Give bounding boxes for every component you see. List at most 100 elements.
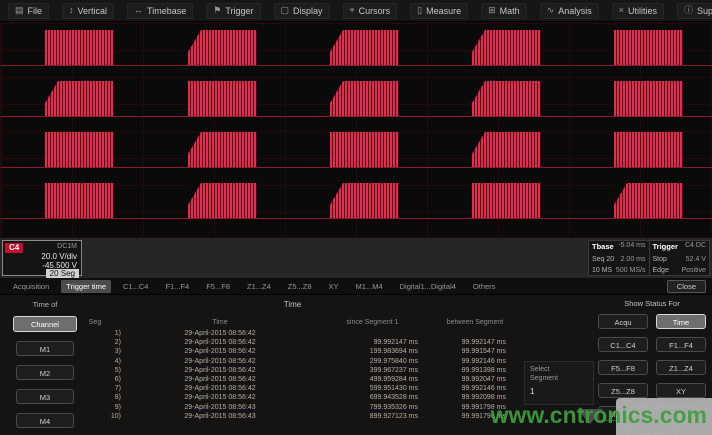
cell-between-segment xyxy=(430,329,520,338)
cell-since-segment-1: 499.959284 ms xyxy=(315,375,430,384)
status-button-time[interactable]: Time xyxy=(656,314,706,329)
tab-m1-m4[interactable]: M1...M4 xyxy=(351,280,388,293)
tab-trigger-time[interactable]: Trigger time xyxy=(61,280,111,293)
volts-per-div: 20.0 V/div xyxy=(41,252,77,261)
tab-c1-c4[interactable]: C1...C4 xyxy=(118,280,153,293)
trace-baseline xyxy=(1,218,712,219)
cell-since-segment-1: 699.943528 ms xyxy=(315,393,430,402)
seq-label: Seq 20 xyxy=(592,256,615,263)
menu-item-label: Vertical xyxy=(78,6,108,16)
cell-time: 29-April-2015 08:56:43 xyxy=(125,403,315,412)
status-button-f5-f8[interactable]: F5...F8 xyxy=(598,360,648,375)
menu-bar: ▤File ↕Vertical ↔Timebase ⚑Trigger ▢Display ⌖… xyxy=(0,0,712,22)
time-per-div: 2.00 ms xyxy=(615,256,645,263)
cell-between-segment: 99.992047 ms xyxy=(430,375,520,384)
cell-time: 29-April-2015 08:56:42 xyxy=(125,357,315,366)
tab-xy[interactable]: XY xyxy=(324,280,344,293)
tbase-value: -5.04 ms xyxy=(615,242,645,251)
status-button-xy[interactable]: XY xyxy=(656,383,706,398)
column-header-since-segment-1: since Segment 1 xyxy=(315,319,430,326)
tab-f1-f4[interactable]: F1...F4 xyxy=(160,280,194,293)
oscilloscope-app: ▤File ↕Vertical ↔Timebase ⚑Trigger ▢Display ⌖… xyxy=(0,0,712,435)
table-row: 6)29-April-2015 08:56:42499.959284 ms99.… xyxy=(65,375,520,384)
menu-item-label: Display xyxy=(293,6,323,16)
cell-time: 29-April-2015 08:56:42 xyxy=(125,366,315,375)
cursor-crosshair-icon: ⌖ xyxy=(350,6,355,15)
menu-item-cursors[interactable]: ⌖Cursors xyxy=(343,3,398,19)
status-button-z5-z8[interactable]: Z5...Z8 xyxy=(598,383,648,398)
menu-item-utilities[interactable]: × Utilities xyxy=(612,3,664,19)
menu-item-trigger[interactable]: ⚑Trigger xyxy=(206,3,260,19)
tab-acquisition[interactable]: Acquisition xyxy=(8,280,54,293)
menu-item-measure[interactable]: ▯Measure xyxy=(410,3,468,19)
display-monitor-icon: ▢ xyxy=(281,6,290,15)
cell-seg: 8) xyxy=(65,393,125,402)
tab-f5-f8[interactable]: F5...F8 xyxy=(201,280,235,293)
cell-between-segment: 99.992146 ms xyxy=(430,384,520,393)
menu-item-timebase[interactable]: ↔Timebase xyxy=(127,3,193,19)
trigger-source: C4 DC xyxy=(680,242,706,251)
burst-ramp xyxy=(188,183,201,205)
menu-items: ▤File ↕Vertical ↔Timebase ⚑Trigger ▢Display ⌖… xyxy=(8,3,712,19)
menu-item-label: File xyxy=(28,6,43,16)
segment-count-label: 20 Seg xyxy=(46,269,79,278)
utilities-tools-icon: × xyxy=(619,6,624,15)
column-header-seg: Seg xyxy=(65,319,125,326)
table-row: 1)29-April-2015 08:56:42 xyxy=(65,329,520,338)
table-body: 1)29-April-2015 08:56:422)29-April-2015 … xyxy=(65,329,520,421)
menu-item-math[interactable]: ⊞Math xyxy=(481,3,527,19)
menu-item-analysis[interactable]: ∿Analysis xyxy=(540,3,599,19)
table-row: 5)29-April-2015 08:56:42399.967237 ms99.… xyxy=(65,366,520,375)
menu-item-label: Utilities xyxy=(628,6,657,16)
trigger-slope: Positive xyxy=(680,267,706,274)
table-row: 10)29-April-2015 08:56:43899.927123 ms99… xyxy=(65,412,520,421)
segment-burst xyxy=(614,183,683,218)
menu-item-label: Analysis xyxy=(558,6,592,16)
cell-between-segment: 99.991547 ms xyxy=(430,347,520,356)
burst-ramp xyxy=(472,132,485,154)
cell-since-segment-1: 399.967237 ms xyxy=(315,366,430,375)
status-button-z1-z4[interactable]: Z1...Z4 xyxy=(656,360,706,375)
channel-descriptor-c4[interactable]: C4 DC1M 20.0 V/div -45.500 V 20 Seg xyxy=(2,240,82,276)
cell-seg: 7) xyxy=(65,384,125,393)
tab-z1-z4[interactable]: Z1...Z4 xyxy=(242,280,276,293)
menu-item-display[interactable]: ▢Display xyxy=(274,3,330,19)
cell-time: 29-April-2015 08:56:42 xyxy=(125,384,315,393)
segment-burst xyxy=(330,30,399,65)
waveform-display[interactable] xyxy=(0,22,712,238)
status-button-acqu[interactable]: Acqu xyxy=(598,314,648,329)
status-button-f1-f4[interactable]: F1...F4 xyxy=(656,337,706,352)
cell-since-segment-1: 799.935326 ms xyxy=(315,403,430,412)
sample-count: 10 MS xyxy=(592,267,615,274)
menu-item-file[interactable]: ▤File xyxy=(8,3,49,19)
math-calculator-icon: ⊞ xyxy=(488,6,496,15)
menu-item-support[interactable]: ⓘSupport xyxy=(677,3,712,19)
cell-seg: 9) xyxy=(65,403,125,412)
cell-since-segment-1: 99.992147 ms xyxy=(315,338,430,347)
segment-burst xyxy=(45,81,114,116)
table-row: 8)29-April-2015 08:56:42699.943528 ms99.… xyxy=(65,393,520,402)
time-of-label: Time of xyxy=(33,300,58,309)
cell-time: 29-April-2015 08:56:42 xyxy=(125,329,315,338)
tab-digital1-digital4[interactable]: Digital1...Digital4 xyxy=(395,280,461,293)
menu-item-vertical[interactable]: ↕Vertical xyxy=(62,3,114,19)
select-segment-field[interactable]: Select Segment 1 xyxy=(524,361,594,405)
timebase-summary[interactable]: Tbase -5.04 ms Seq 20 2.00 ms 10 MS 500 … xyxy=(588,240,650,276)
cell-seg: 6) xyxy=(65,375,125,384)
segment-burst xyxy=(45,30,114,65)
analysis-wave-icon: ∿ xyxy=(547,6,555,15)
tab-others[interactable]: Others xyxy=(468,280,501,293)
cell-time: 29-April-2015 08:56:42 xyxy=(125,338,315,347)
cell-time: 29-April-2015 08:56:42 xyxy=(125,347,315,356)
watermark: www.cntronics.com xyxy=(491,402,707,429)
sample-rate: 500 MS/s xyxy=(615,267,645,274)
burst-ramp xyxy=(330,30,343,52)
close-button[interactable]: Close xyxy=(667,280,706,293)
tab-z5-z8[interactable]: Z5...Z8 xyxy=(283,280,317,293)
trigger-summary[interactable]: Trigger C4 DC Stop 52.4 V Edge Positive xyxy=(650,240,711,276)
timebase-trigger-descriptor[interactable]: Tbase -5.04 ms Seq 20 2.00 ms 10 MS 500 … xyxy=(588,240,710,276)
cell-since-segment-1: 299.975840 ms xyxy=(315,357,430,366)
cell-since-segment-1 xyxy=(315,329,430,338)
burst-ramp xyxy=(472,30,485,52)
status-button-c1-c4[interactable]: C1...C4 xyxy=(598,337,648,352)
